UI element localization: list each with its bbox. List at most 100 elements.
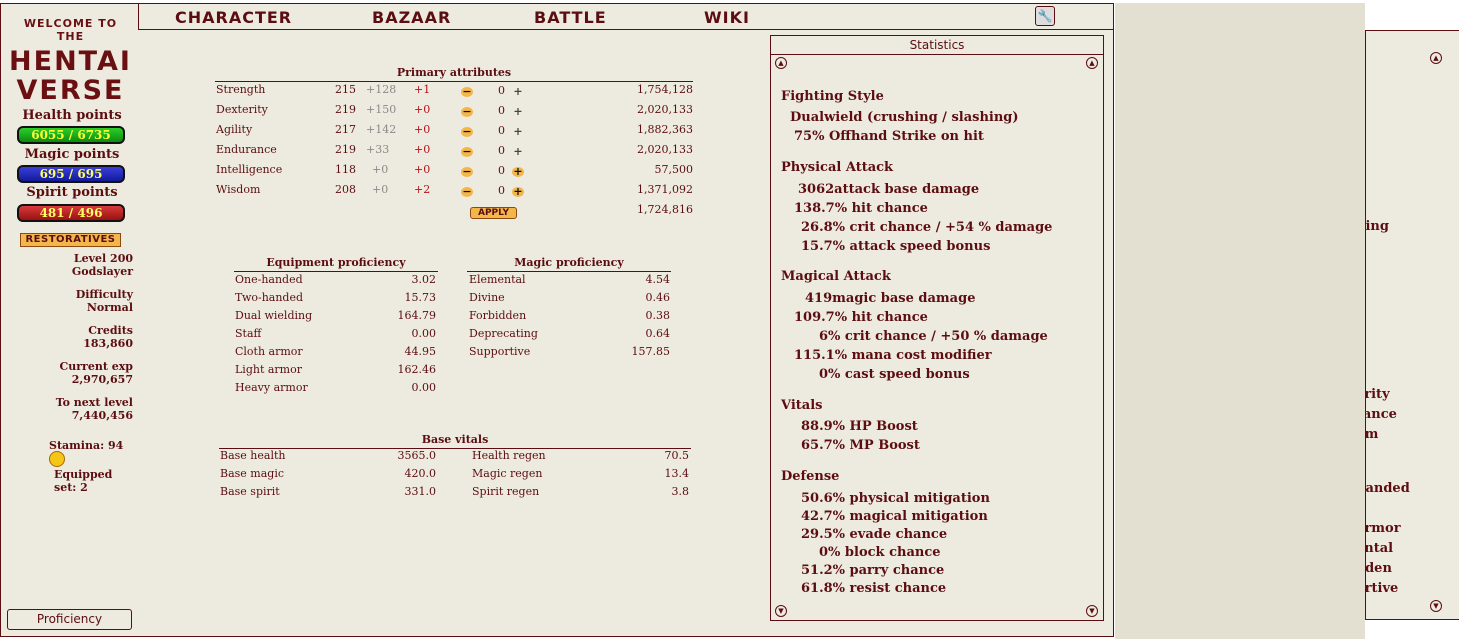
plus-icon[interactable]: +: [512, 126, 524, 137]
sidebar: WELCOME TO THE HENTAI VERSE Health point…: [2, 8, 136, 636]
minus-icon[interactable]: −: [461, 186, 473, 197]
level: Level 200: [73, 252, 133, 265]
stat-line: 42.7% magical mitigation: [801, 509, 988, 524]
equip-name: Dual wielding: [235, 309, 313, 322]
stamina: Stamina: 94: [49, 439, 136, 468]
attr-mod: +0: [414, 123, 431, 136]
magic-value: 0.38: [645, 309, 671, 322]
plus-icon[interactable]: +: [512, 146, 524, 157]
panel-text: armor: [1365, 521, 1401, 536]
divider: [215, 81, 693, 82]
nav-battle[interactable]: BATTLE: [534, 8, 607, 27]
physical-attack-heading: Physical Attack: [781, 160, 894, 175]
magic-value: 0.64: [645, 327, 671, 340]
vital-name: Magic regen: [472, 467, 543, 480]
defense-heading: Defense: [781, 469, 840, 484]
minus-icon[interactable]: −: [461, 166, 473, 177]
vitals-title: Base vitals: [421, 433, 489, 446]
attr-mod: +1: [414, 83, 431, 96]
attr-base: 208: [335, 183, 356, 196]
stat-line: 138.7% hit chance: [794, 201, 928, 216]
equip-value: 44.95: [404, 345, 437, 358]
statistics-title: Statistics: [909, 38, 965, 52]
equip-name: Two-handed: [235, 291, 304, 304]
attr-bonus: +33: [366, 143, 390, 156]
restoratives-button[interactable]: RESTORATIVES: [20, 233, 121, 247]
magic-name: Forbidden: [469, 309, 527, 322]
nav-character[interactable]: CHARACTER: [175, 8, 292, 27]
stat-line: 29.5% evade chance: [801, 527, 948, 542]
attr-name: Wisdom: [216, 183, 261, 196]
attr-name: Agility: [216, 123, 253, 136]
vital-value: 3.8: [671, 485, 690, 498]
collapse-icon[interactable]: ▲: [1430, 52, 1442, 64]
attr-mod: +0: [414, 103, 431, 116]
smiley-icon: [49, 451, 65, 467]
health-label: Health points: [22, 108, 122, 123]
divider: [219, 448, 691, 449]
settings-wrench-icon[interactable]: 🔧: [1035, 6, 1055, 26]
stat-line: 88.9% HP Boost: [801, 419, 918, 434]
magic-value: 4.54: [645, 273, 671, 286]
equip-name: Heavy armor: [235, 381, 308, 394]
plus-icon[interactable]: +: [512, 186, 524, 197]
magic-bar: 695 / 695: [17, 165, 125, 183]
magic-name: Elemental: [469, 273, 526, 286]
magic-value: 157.85: [631, 345, 671, 358]
main-window: CHARACTER BAZAAR BATTLE WIKI 🔧 WELCOME T…: [0, 3, 1114, 637]
minus-icon[interactable]: −: [461, 146, 473, 157]
attr-base: 215: [335, 83, 356, 96]
logo-line1: WELCOME TO THE: [23, 17, 118, 43]
statistics-panel: Statistics ▲ ▲ ▼ ▼ Fighting Style Dualwi…: [770, 35, 1104, 621]
attr-mod: +0: [414, 163, 431, 176]
attr-bonus: +0: [372, 163, 389, 176]
credits: 183,860: [83, 337, 133, 350]
minus-icon[interactable]: −: [461, 126, 473, 137]
attr-assign: 0: [498, 164, 505, 177]
panel-text: rance: [1366, 407, 1397, 422]
logo-line3: VERSE: [16, 75, 125, 106]
equip-value: 15.73: [404, 291, 437, 304]
minus-icon[interactable]: −: [461, 86, 473, 97]
stat-line: 0% block chance: [819, 545, 941, 560]
attr-bonus: +142: [366, 123, 397, 136]
apply-button[interactable]: APPLY: [470, 207, 517, 219]
expand-icon[interactable]: ▼: [1430, 600, 1442, 612]
attr-assign: 0: [498, 144, 505, 157]
plus-icon[interactable]: +: [512, 86, 524, 97]
credits-label: Credits: [88, 324, 133, 337]
scroll-up-icon[interactable]: ▲: [775, 57, 787, 69]
vitals-heading: Vitals: [781, 398, 823, 413]
health-bar: 6055 / 6735: [17, 126, 125, 144]
panel-text: hing: [1365, 219, 1389, 234]
logo-line2: HENTAI: [9, 46, 132, 77]
stat-line: 419magic base damage: [805, 291, 976, 306]
stamina-text: Stamina: 94: [49, 439, 124, 452]
scroll-up-icon[interactable]: ▲: [1086, 57, 1098, 69]
plus-icon[interactable]: +: [512, 106, 524, 117]
panel-text: dden: [1365, 561, 1392, 576]
vital-name: Health regen: [472, 449, 546, 462]
divider: [467, 271, 671, 272]
spirit-label: Spirit points: [26, 185, 118, 200]
stat-line: 61.8% resist chance: [801, 581, 947, 596]
attr-exp: 2,020,133: [637, 103, 693, 116]
attr-name: Intelligence: [216, 163, 283, 176]
vital-name: Spirit regen: [472, 485, 540, 498]
minus-icon[interactable]: −: [461, 106, 473, 117]
stat-line: 15.7% attack speed bonus: [801, 239, 991, 254]
plus-icon[interactable]: +: [512, 166, 524, 177]
equip-value: 0.00: [411, 327, 437, 340]
scroll-down-icon[interactable]: ▼: [775, 605, 787, 617]
background-area: [1115, 3, 1365, 639]
attr-mod: +0: [414, 143, 431, 156]
attr-assign: 0: [498, 124, 505, 137]
divider: [771, 54, 1103, 55]
nav-wiki[interactable]: WIKI: [704, 8, 750, 27]
scroll-down-icon[interactable]: ▼: [1086, 605, 1098, 617]
attr-base: 217: [335, 123, 356, 136]
attr-mod: +2: [414, 183, 431, 196]
nav-bazaar[interactable]: BAZAAR: [372, 8, 451, 27]
difficulty-label: Difficulty: [75, 288, 133, 301]
proficiency-button[interactable]: Proficiency: [7, 609, 132, 630]
